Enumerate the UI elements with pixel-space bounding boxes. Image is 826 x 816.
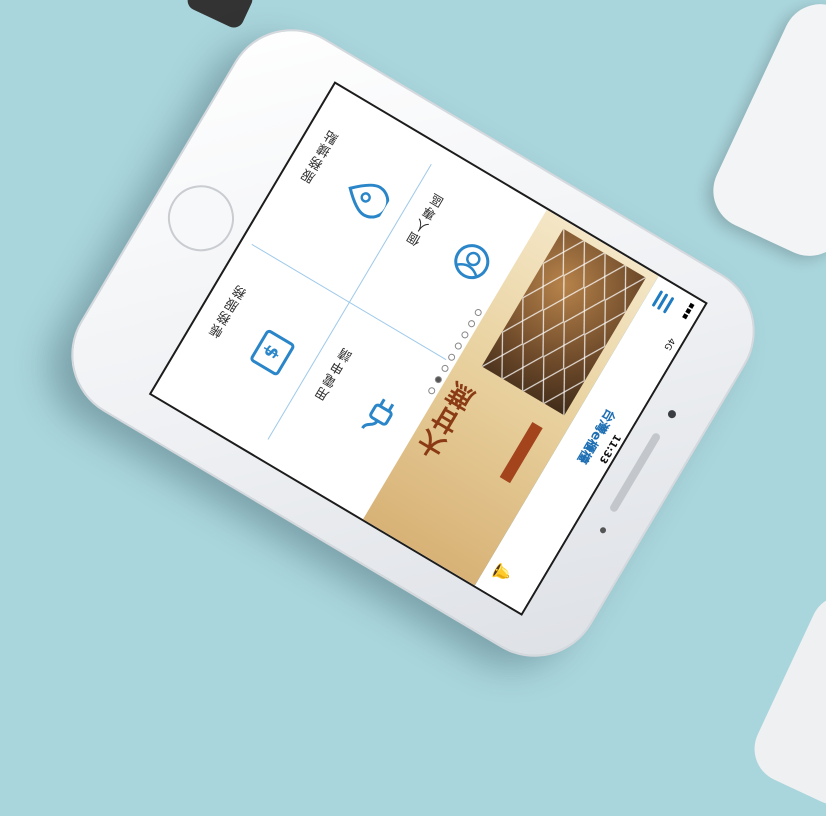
network-type: 4G bbox=[661, 335, 677, 352]
background-phone-bottom bbox=[743, 584, 826, 816]
bill-icon: $ bbox=[250, 329, 295, 376]
plug-icon bbox=[361, 398, 395, 430]
battery-level: 100% bbox=[536, 562, 558, 590]
service-label: 服務據點 bbox=[299, 127, 344, 187]
service-label: 帳務服務 bbox=[207, 282, 252, 342]
bell-icon[interactable]: 🔔 bbox=[490, 560, 515, 585]
proximity-sensor bbox=[598, 526, 608, 535]
banner-tag bbox=[499, 422, 543, 484]
svg-text:$: $ bbox=[259, 341, 283, 362]
home-button[interactable] bbox=[155, 173, 247, 264]
hamburger-menu-icon[interactable] bbox=[651, 290, 675, 314]
app-screen: ▪▪▪ 4G 11:33 100% 台灣e櫃檯 🔔 大甘蔗 服務據點 $ 帳務服… bbox=[148, 81, 708, 616]
front-camera bbox=[666, 408, 678, 420]
phone-device: ▪▪▪ 4G 11:33 100% 台灣e櫃檯 🔔 大甘蔗 服務據點 $ 帳務服… bbox=[49, 7, 777, 679]
location-pin-icon bbox=[348, 183, 390, 219]
background-phone bbox=[700, 0, 826, 269]
service-label: 個人專區 bbox=[405, 190, 450, 250]
person-icon bbox=[454, 244, 490, 280]
background-object bbox=[184, 0, 256, 31]
service-label: 用電申請 bbox=[313, 345, 358, 405]
